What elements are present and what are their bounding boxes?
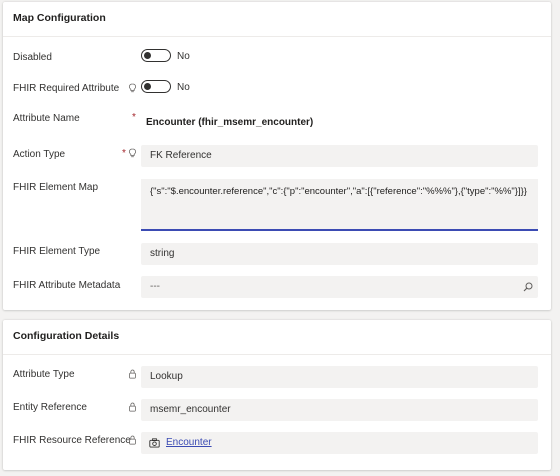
fhir-element-map-label: FHIR Element Map bbox=[13, 182, 99, 193]
required-indicator: * bbox=[132, 112, 136, 123]
section-divider bbox=[3, 354, 551, 355]
lock-icon bbox=[129, 369, 136, 379]
lightbulb-icon bbox=[128, 83, 137, 93]
fhir-element-type-label: FHIR Element Type bbox=[13, 246, 101, 257]
fhir-attribute-metadata-field[interactable]: --- bbox=[141, 276, 538, 298]
section-title: Configuration Details bbox=[13, 330, 120, 342]
fhir-resource-reference-link[interactable]: Encounter bbox=[166, 437, 212, 448]
action-type-field[interactable]: FK Reference bbox=[141, 145, 538, 167]
entity-reference-field: msemr_encounter bbox=[141, 399, 538, 421]
fhir-required-attribute-toggle-value: No bbox=[177, 82, 190, 93]
attribute-type-field: Lookup bbox=[141, 366, 538, 388]
lock-icon bbox=[129, 402, 136, 412]
fhir-attribute-metadata-label: FHIR Attribute Metadata bbox=[13, 280, 121, 291]
fhir-element-map-textarea[interactable]: {"s":"$.encounter.reference","c":{"p":"e… bbox=[141, 179, 538, 231]
required-indicator: * bbox=[122, 148, 126, 159]
search-icon[interactable] bbox=[523, 282, 533, 292]
fhir-required-attribute-label: FHIR Required Attribute bbox=[13, 83, 120, 94]
entity-reference-label: Entity Reference bbox=[13, 402, 87, 413]
map-configuration-section: Map Configuration Disabled No FHIR Requi… bbox=[3, 2, 551, 310]
disabled-toggle[interactable] bbox=[141, 49, 171, 62]
disabled-toggle-value: No bbox=[177, 51, 190, 62]
lock-icon bbox=[129, 435, 136, 445]
section-title: Map Configuration bbox=[13, 12, 106, 24]
entity-icon bbox=[149, 438, 160, 448]
attribute-type-label: Attribute Type bbox=[13, 369, 75, 380]
fhir-element-type-field[interactable]: string bbox=[141, 243, 538, 265]
fhir-resource-reference-field: Encounter bbox=[141, 432, 538, 454]
disabled-label: Disabled bbox=[13, 52, 52, 63]
fhir-required-attribute-toggle[interactable] bbox=[141, 80, 171, 93]
lightbulb-icon bbox=[128, 148, 137, 158]
configuration-details-section: Configuration Details Attribute Type Loo… bbox=[3, 320, 551, 470]
attribute-name-value: Encounter (fhir_msemr_encounter) bbox=[146, 117, 314, 128]
fhir-resource-reference-label: FHIR Resource Reference bbox=[13, 435, 131, 446]
attribute-name-label: Attribute Name bbox=[13, 113, 80, 124]
section-divider bbox=[3, 36, 551, 37]
action-type-label: Action Type bbox=[13, 149, 66, 160]
